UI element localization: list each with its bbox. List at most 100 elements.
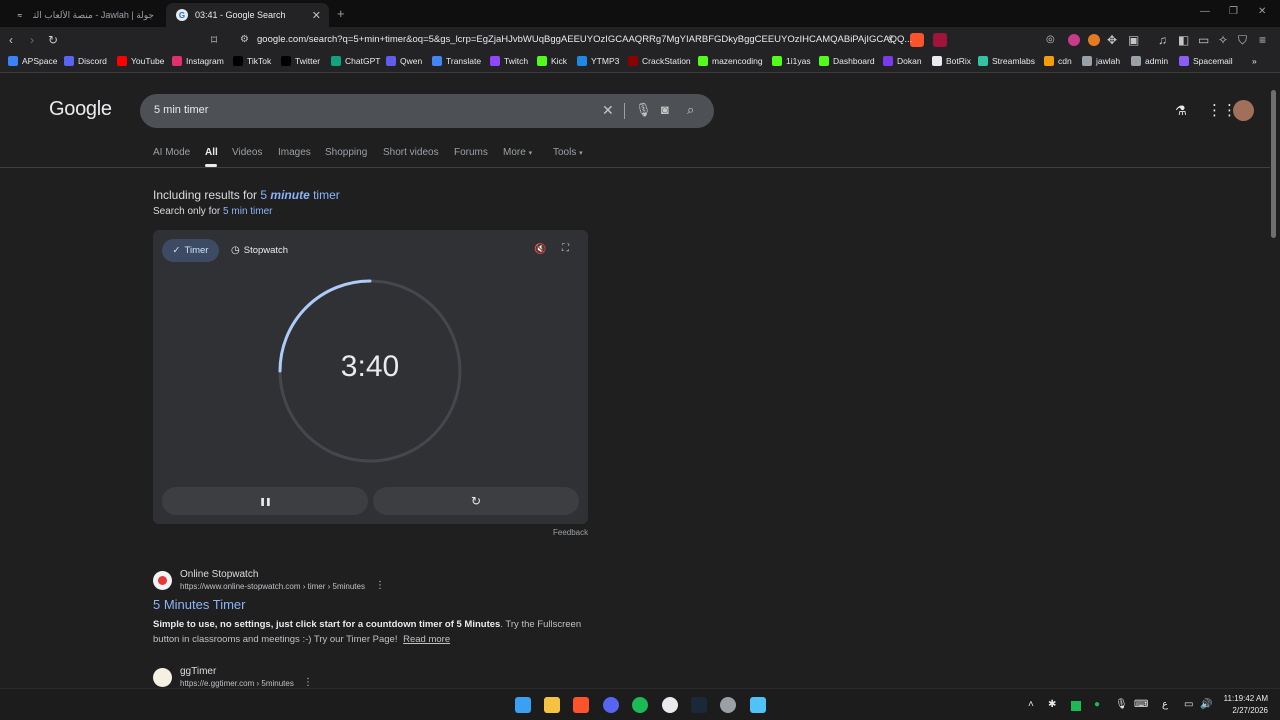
tab-shopping[interactable]: Shopping [325,147,367,158]
new-tab-icon[interactable]: + [337,6,345,21]
bookmark-tiktok[interactable]: TikTok [233,56,271,66]
tab-more[interactable]: More ▾ [503,147,532,158]
restore-icon[interactable]: ❐ [1229,6,1238,17]
fullscreen-icon[interactable]: ⛶ [562,243,569,254]
read-more-link[interactable]: Read more [403,634,450,645]
mute-icon[interactable]: 🔇 [534,244,546,255]
tab-forums[interactable]: Forums [454,147,488,158]
bookmark-cdn[interactable]: cdn [1044,56,1072,66]
avatar[interactable] [1233,100,1254,121]
clear-search-icon[interactable]: ✕ [602,102,614,119]
bookmark-streamlabs[interactable]: Streamlabs [978,56,1035,66]
bookmark-spacemail[interactable]: Spacemail [1179,56,1233,66]
corrected-query-link[interactable]: 5 minute timer [260,188,339,202]
input-language[interactable]: ع [1162,699,1168,710]
bookmark-icon[interactable]: ⌑ [211,32,217,48]
tray-mic-icon[interactable]: 🎙 [1115,699,1128,710]
clock-app-icon[interactable] [720,697,736,713]
lens-search-icon[interactable]: ◙ [661,102,669,117]
tray-spotify-icon[interactable]: ● [1094,699,1100,710]
bookmark-chatgpt[interactable]: ChatGPT [331,56,380,66]
tab-ai-mode[interactable]: AI Mode [153,147,190,158]
result-site-name[interactable]: ggTimer [180,666,216,677]
sidebar-icon[interactable]: ◧ [1178,32,1189,48]
reload-icon[interactable]: ↻ [48,32,58,48]
brave-browser-icon[interactable] [573,697,589,713]
reset-button[interactable]: ↻ [373,487,579,515]
notepad-icon[interactable] [750,697,766,713]
bookmark-crackstation[interactable]: CrackStation [628,56,691,66]
tab-images[interactable]: Images [278,147,311,158]
tray-slack-icon[interactable]: ✱ [1048,699,1056,710]
bookmark-1i1yas[interactable]: 1i1yas [772,56,811,66]
bookmark-botrix[interactable]: BotRix [932,56,971,66]
close-tab-icon[interactable]: ✕ [312,9,321,22]
voice-search-icon[interactable]: 🎙 [635,102,652,118]
minimize-icon[interactable]: — [1200,6,1210,17]
close-window-icon[interactable]: ✕ [1258,6,1266,17]
stopwatch-mode-chip[interactable]: ◷ Stopwatch [231,239,288,262]
bookmark-mazencoding[interactable]: mazencoding [698,56,763,66]
bookmark-translate[interactable]: Translate [432,56,481,66]
bookmark-ytmp3[interactable]: YTMP3 [577,56,619,66]
bookmark-apspace[interactable]: APSpace [8,56,57,66]
tab-all[interactable]: All [205,147,218,158]
search-box[interactable]: 5 min timer ✕ 🎙 ◙ ⌕ [140,94,714,128]
extensions-puzzle-icon[interactable]: ✥ [1107,32,1117,48]
start-windows-icon[interactable] [515,697,531,713]
google-logo[interactable]: Google [49,98,112,121]
labs-flask-icon[interactable]: ⚗ [1175,103,1187,119]
result-url[interactable]: https://www.online-stopwatch.com › timer… [180,582,365,591]
timer-mode-chip[interactable]: ✓ Timer [162,239,219,262]
search-icon[interactable]: ⌕ [687,102,694,118]
search-only-link[interactable]: 5 min timer [223,206,272,217]
vpn-icon[interactable]: ⛉ [1238,32,1247,48]
menu-icon[interactable]: ≡ [1259,32,1266,48]
result-site-name[interactable]: Online Stopwatch [180,569,258,580]
bookmark-kick[interactable]: Kick [537,56,567,66]
file-explorer-icon[interactable] [544,697,560,713]
forward-icon[interactable]: › [30,32,34,48]
address-bar[interactable]: google.com/search?q=5+min+timer&oq=5&gs_… [232,30,952,50]
steam-icon[interactable] [691,697,707,713]
bookmark-dokan[interactable]: Dokan [883,56,922,66]
leo-ai-icon[interactable]: ✧ [1218,32,1228,48]
bookmark-discord[interactable]: Discord [64,56,107,66]
tab-tools[interactable]: Tools ▾ [553,147,583,158]
bookmark-jawlah[interactable]: jawlah [1082,56,1120,66]
tray-chevron-icon[interactable]: ˄ [1028,699,1034,710]
bookmarks-overflow-icon[interactable]: » [1252,56,1257,66]
result-menu-icon[interactable]: ⋮ [303,677,313,688]
extension-shield-icon[interactable] [1068,34,1080,46]
tab-videos[interactable]: Videos [232,147,262,158]
bookmark-twitter[interactable]: Twitter [281,56,320,66]
tray-display-icon[interactable]: ▭ [1184,699,1193,710]
extension-orange-icon[interactable] [1088,34,1100,46]
media-music-icon[interactable]: ♫ [1158,32,1167,48]
tab-jawlah[interactable]: ≈ جولة | Jawlah - منصة الألعاب التفاعلية [4,3,164,27]
wallet-icon[interactable]: ▭ [1198,32,1209,48]
back-icon[interactable]: ‹ [9,32,13,48]
tray-keyboard-icon[interactable]: ⌨ [1134,699,1148,710]
bookmark-youtube[interactable]: YouTube [117,56,164,66]
spotify-icon[interactable] [632,697,648,713]
bookmark-admin[interactable]: admin [1131,56,1168,66]
search-input[interactable]: 5 min timer [154,104,208,116]
tray-nvidia-icon[interactable] [1071,701,1081,711]
discord-icon[interactable] [603,697,619,713]
tab-short-videos[interactable]: Short videos [383,147,439,158]
bookmark-instagram[interactable]: Instagram [172,56,224,66]
result-title-link[interactable]: 5 Minutes Timer [153,597,245,612]
steelseries-icon[interactable] [662,697,678,713]
tray-volume-icon[interactable]: 🔊 [1200,699,1212,710]
extension-box-icon[interactable]: ▣ [1128,32,1139,48]
bookmark-qwen[interactable]: Qwen [386,56,422,66]
bookmark-twitch[interactable]: Twitch [490,56,528,66]
pause-button[interactable]: ❚❚ [162,487,368,515]
system-clock[interactable]: 11:19:42 AM 2/27/2026 [1214,693,1268,717]
page-scrollbar[interactable] [1271,90,1276,238]
result-menu-icon[interactable]: ⋮ [375,580,385,591]
feedback-link[interactable]: Feedback [553,528,588,537]
bookmark-dashboard[interactable]: Dashboard [819,56,875,66]
result-url[interactable]: https://e.ggtimer.com › 5minutes [180,679,294,688]
